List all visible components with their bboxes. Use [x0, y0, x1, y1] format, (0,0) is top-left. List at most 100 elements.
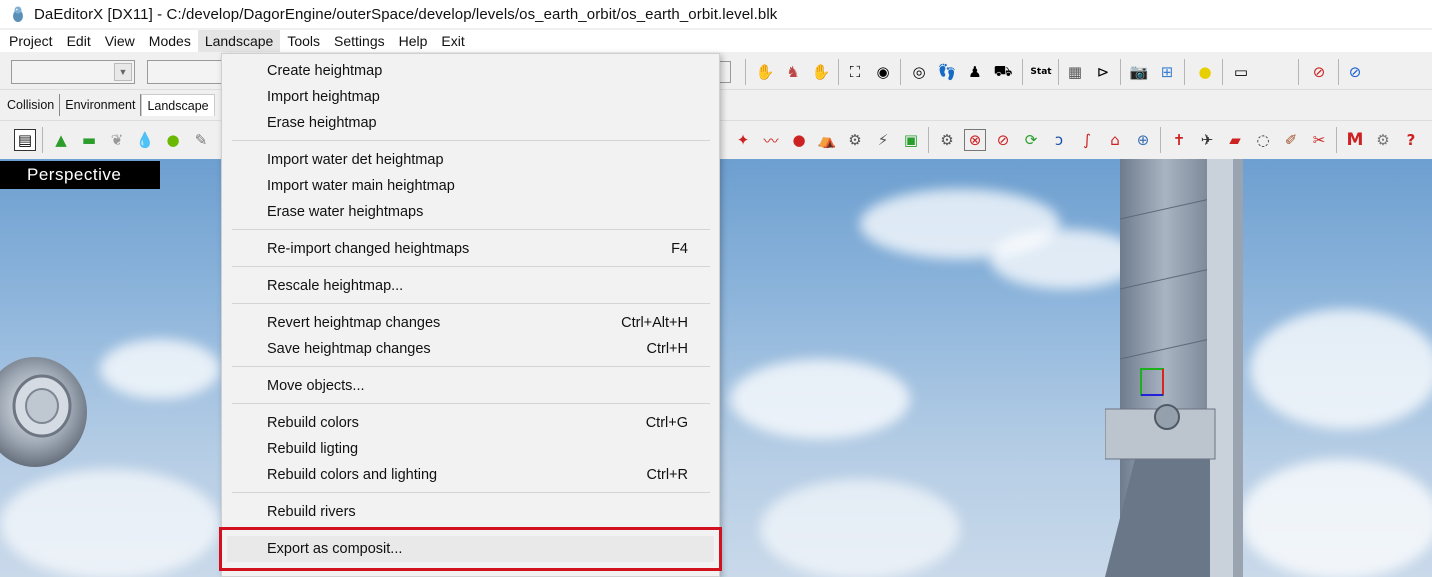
tab-landscape[interactable]: Landscape	[141, 94, 215, 116]
target-icon[interactable]: ⊗	[964, 129, 986, 151]
cloud	[760, 479, 960, 577]
window-icon[interactable]: ▭	[1230, 61, 1252, 83]
menu-item-erase-water-heightmaps[interactable]: Erase water heightmaps	[222, 199, 719, 225]
menu-item-create-heightmap[interactable]: Create heightmap	[222, 58, 719, 84]
car-icon[interactable]: ⛟	[992, 61, 1014, 83]
person-icon[interactable]: ♟	[964, 61, 986, 83]
play-icon[interactable]: ⊳	[1092, 61, 1114, 83]
snap-icon[interactable]: ▣	[900, 129, 922, 151]
menu-item-label: Rebuild colors and lighting	[267, 467, 438, 483]
refresh-icon[interactable]: ⟳	[1020, 129, 1042, 151]
menu-project[interactable]: Project	[2, 30, 60, 52]
wing-icon[interactable]: ❦	[106, 129, 128, 151]
menu-item-label: Move objects...	[267, 378, 365, 394]
gears-icon[interactable]: ⚙	[1372, 129, 1394, 151]
house-icon[interactable]: ⌂	[1104, 129, 1126, 151]
gear-icon[interactable]: ⚙	[844, 129, 866, 151]
sun-icon[interactable]: ●	[1194, 61, 1216, 83]
hand-move-icon[interactable]: ✋	[754, 61, 776, 83]
spline-icon[interactable]: 〰	[760, 129, 782, 151]
toolbar-separator	[1160, 127, 1161, 153]
toolbar-separator	[900, 59, 901, 85]
daeditor-icon	[13, 6, 23, 22]
menu-bar: Project Edit View Modes Landscape Tools …	[0, 30, 1432, 52]
fullscreen-icon[interactable]: ⛶	[844, 61, 866, 83]
menu-view[interactable]: View	[98, 30, 142, 52]
save-icon[interactable]: ▤	[14, 129, 36, 151]
menu-exit[interactable]: Exit	[434, 30, 471, 52]
tent-icon[interactable]: ⛺	[816, 129, 838, 151]
drop-icon[interactable]: 💧	[134, 129, 156, 151]
menu-help[interactable]: Help	[392, 30, 435, 52]
menu-item-import-water-main-heightmap[interactable]: Import water main heightmap	[222, 173, 719, 199]
compass-icon[interactable]: ⊘	[1344, 61, 1366, 83]
menu-item-rescale-heightmap[interactable]: Rescale heightmap...	[222, 273, 719, 299]
pencil-icon[interactable]: ✐	[1280, 129, 1302, 151]
tab-collision[interactable]: Collision	[2, 94, 61, 116]
eye-icon[interactable]: ◉	[872, 61, 894, 83]
rotate-icon[interactable]: ⊘	[992, 129, 1014, 151]
grid-icon[interactable]: ▦	[1064, 61, 1086, 83]
toolbar-separator	[928, 127, 929, 153]
brush-icon[interactable]: ✎	[190, 129, 212, 151]
select-icon[interactable]: ⚙	[936, 129, 958, 151]
menu-item-import-water-det-heightmap[interactable]: Import water det heightmap	[222, 147, 719, 173]
chevron-down-icon[interactable]: ▼	[114, 63, 132, 81]
menu-modes[interactable]: Modes	[142, 30, 198, 52]
plane-icon[interactable]: ✈	[1196, 129, 1218, 151]
menu-item-save-heightmap-changes[interactable]: Save heightmap changes Ctrl+H	[222, 336, 719, 362]
box-icon[interactable]: ▰	[1224, 129, 1246, 151]
paint-icon[interactable]: ●	[162, 129, 184, 151]
title-bar: DaEditorX [DX11] - C:/develop/DagorEngin…	[0, 0, 1432, 28]
menu-item-label: Rescale heightmap...	[267, 278, 404, 294]
cloud	[0, 469, 220, 577]
link-icon[interactable]: ↄ	[1048, 129, 1070, 151]
figure-icon[interactable]: ✝	[1168, 129, 1190, 151]
footprints-icon[interactable]: 👣	[936, 61, 958, 83]
menu-item-shortcut: Ctrl+R	[646, 467, 689, 483]
toolbar-separator	[1058, 59, 1059, 85]
cycle-icon[interactable]: ◌	[1252, 129, 1274, 151]
wand-icon[interactable]: ⚡	[872, 129, 894, 151]
menu-edit[interactable]: Edit	[60, 30, 98, 52]
menu-item-erase-heightmap[interactable]: Erase heightmap	[222, 110, 719, 136]
m-icon[interactable]: M	[1344, 129, 1366, 151]
tab-environment[interactable]: Environment	[60, 94, 142, 116]
menu-item-rebuild-colors-and-lighting[interactable]: Rebuild colors and lighting Ctrl+R	[222, 462, 719, 488]
menu-item-label: Rebuild ligting	[267, 441, 359, 457]
menu-settings[interactable]: Settings	[327, 30, 392, 52]
wireframe-icon[interactable]: ◎	[908, 61, 930, 83]
secondary-combo[interactable]	[147, 60, 227, 84]
menu-item-revert-heightmap-changes[interactable]: Revert heightmap changes Ctrl+Alt+H	[222, 310, 719, 336]
menu-item-move-objects[interactable]: Move objects...	[222, 373, 719, 399]
camera-icon[interactable]: 📷	[1128, 61, 1150, 83]
menu-item-rebuild-lighting[interactable]: Rebuild ligting	[222, 436, 719, 462]
menu-separator	[232, 229, 710, 230]
menu-item-rebuild-colors[interactable]: Rebuild colors Ctrl+G	[222, 410, 719, 436]
menu-item-import-heightmap[interactable]: Import heightmap	[222, 84, 719, 110]
toolbar-separator	[1184, 59, 1185, 85]
hand-rotate-icon[interactable]: ♞	[782, 61, 804, 83]
hand-scale-icon[interactable]: ✋	[810, 61, 832, 83]
help-icon[interactable]: ?	[1400, 129, 1422, 151]
window-title: DaEditorX [DX11] - C:/develop/DagorEngin…	[34, 5, 778, 23]
no-entry-icon[interactable]: ⊘	[1308, 61, 1330, 83]
dot-icon[interactable]: ●	[788, 129, 810, 151]
menu-item-rebuild-rivers[interactable]: Rebuild rivers	[222, 499, 719, 525]
toolbar-separator	[1222, 59, 1223, 85]
snake-icon[interactable]: ∫	[1076, 129, 1098, 151]
stat-icon[interactable]: Stat	[1030, 61, 1052, 83]
menu-tools[interactable]: Tools	[280, 30, 327, 52]
menu-landscape[interactable]: Landscape	[197, 30, 281, 52]
terrain-flat-icon[interactable]: ▬	[78, 129, 100, 151]
toolbar-separator	[1338, 59, 1339, 85]
menu-item-reimport-changed-heightmaps[interactable]: Re-import changed heightmaps F4	[222, 236, 719, 262]
scissors-icon[interactable]: ✂	[1308, 129, 1330, 151]
terrain-icon[interactable]: ▲	[50, 129, 72, 151]
puzzle-icon[interactable]: ⊞	[1156, 61, 1178, 83]
spark-icon[interactable]: ✦	[732, 129, 754, 151]
globe-icon[interactable]: ⊕	[1132, 129, 1154, 151]
toolbar-separator	[1298, 59, 1299, 85]
landscape-menu: Create heightmap Import heightmap Erase …	[221, 53, 720, 577]
mode-combo[interactable]: ▼	[11, 60, 135, 84]
